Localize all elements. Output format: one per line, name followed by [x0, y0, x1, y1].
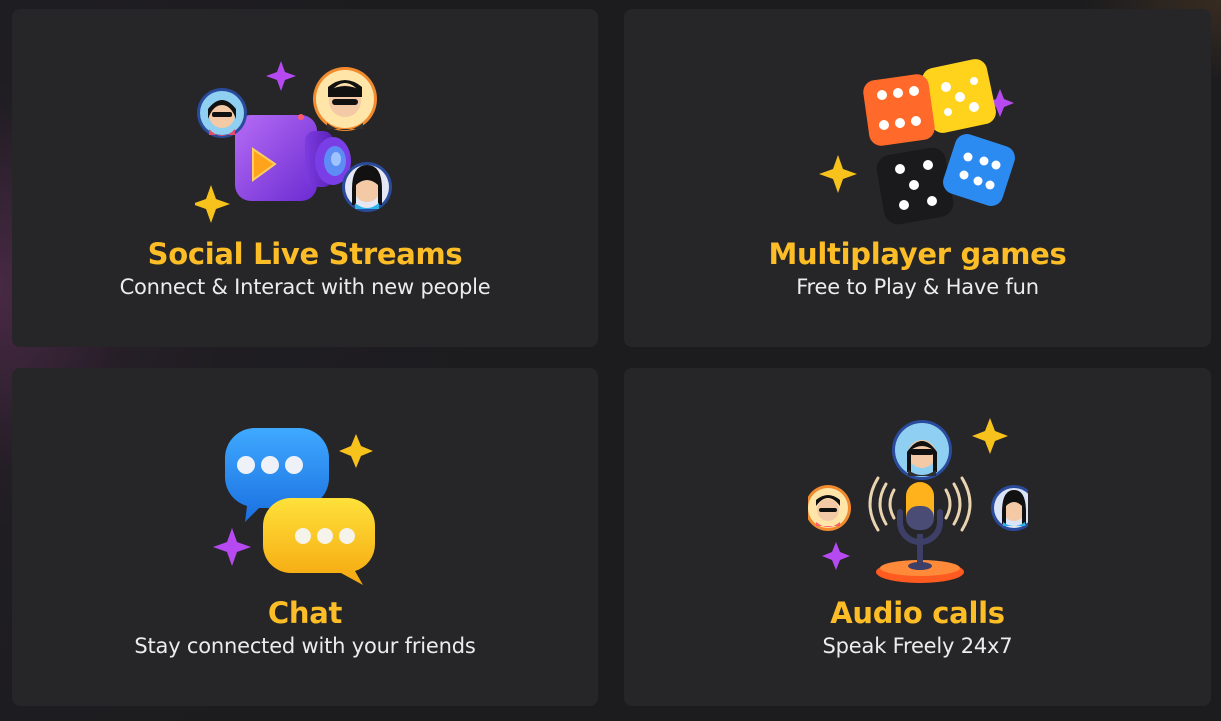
feature-card-audio-calls[interactable]: Audio calls Speak Freely 24x7 — [624, 368, 1211, 706]
feature-card-social-live-streams[interactable]: Social Live Streams Connect & Interact w… — [12, 9, 598, 347]
card-subtitle: Free to Play & Have fun — [796, 275, 1039, 299]
feature-card-multiplayer-games[interactable]: Multiplayer games Free to Play & Have fu… — [624, 9, 1211, 347]
card-subtitle: Connect & Interact with new people — [119, 275, 491, 299]
video-camera-avatars-icon — [195, 57, 415, 227]
card-title: Chat — [267, 596, 343, 630]
card-subtitle: Speak Freely 24x7 — [822, 634, 1013, 658]
card-subtitle: Stay connected with your friends — [134, 634, 476, 658]
card-title: Social Live Streams — [147, 237, 463, 271]
chat-bubbles-icon — [195, 416, 415, 586]
card-title: Multiplayer games — [768, 237, 1067, 271]
feature-card-chat[interactable]: Chat Stay connected with your friends — [12, 368, 598, 706]
card-title: Audio calls — [830, 596, 1005, 630]
dice-icon — [808, 57, 1028, 227]
microphone-avatars-icon — [807, 416, 1028, 586]
